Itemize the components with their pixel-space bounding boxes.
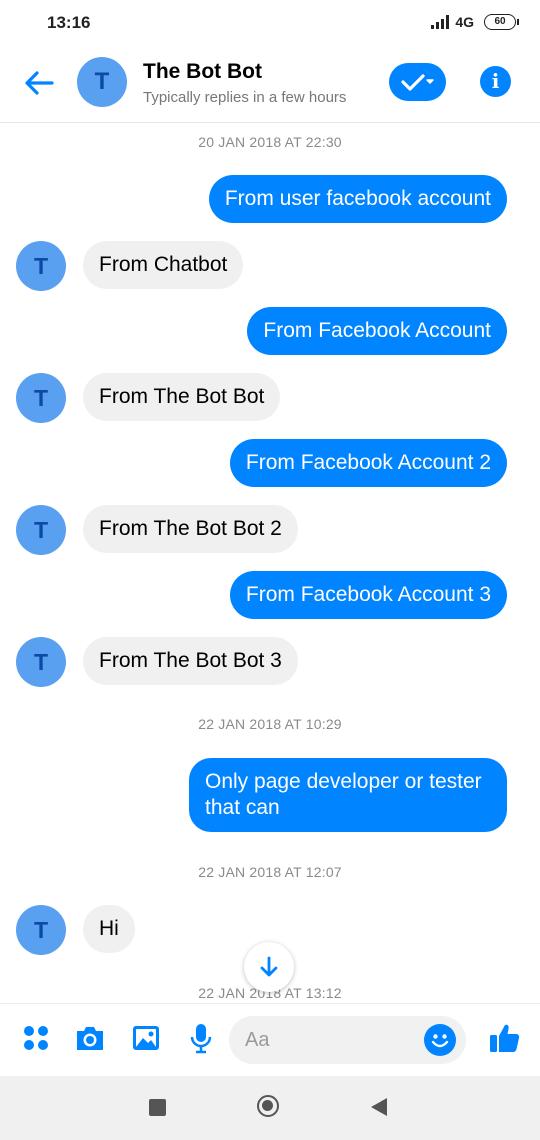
- status-indicators: 4G 60: [431, 14, 519, 30]
- recents-icon[interactable]: [149, 1099, 166, 1116]
- avatar[interactable]: T: [77, 57, 127, 107]
- message-list[interactable]: 20 JAN 2018 AT 22:30 From user facebook …: [0, 123, 540, 1003]
- back-arrow-icon[interactable]: [22, 66, 56, 100]
- composer-bar: [0, 1003, 540, 1077]
- emoji-icon[interactable]: [424, 1024, 456, 1056]
- outgoing-message[interactable]: From Facebook Account: [247, 307, 507, 355]
- outgoing-message[interactable]: From Facebook Account 3: [229, 571, 507, 619]
- chat-header: T The Bot Bot Typically replies in a few…: [0, 48, 540, 123]
- outgoing-message[interactable]: From user facebook account: [208, 175, 507, 223]
- incoming-message[interactable]: Hi: [83, 905, 135, 953]
- system-nav-bar: [0, 1076, 540, 1140]
- avatar[interactable]: T: [16, 241, 66, 291]
- camera-icon[interactable]: [74, 1022, 106, 1054]
- check-button[interactable]: [389, 63, 446, 101]
- avatar[interactable]: T: [16, 505, 66, 555]
- status-time: 13:16: [47, 13, 91, 32]
- info-icon[interactable]: i: [480, 66, 511, 97]
- microphone-icon[interactable]: [185, 1022, 217, 1054]
- scroll-down-button[interactable]: [244, 942, 294, 992]
- incoming-message[interactable]: From The Bot Bot 3: [83, 637, 298, 685]
- nav-back-icon[interactable]: [371, 1098, 387, 1116]
- home-icon[interactable]: [257, 1095, 279, 1117]
- avatar[interactable]: T: [16, 905, 66, 955]
- network-type: 4G: [455, 14, 474, 30]
- apps-icon[interactable]: [20, 1022, 52, 1054]
- incoming-message[interactable]: From The Bot Bot 2: [83, 505, 298, 553]
- outgoing-message[interactable]: Only page developer or tester that can: [189, 758, 507, 832]
- battery-icon: 60: [484, 14, 519, 30]
- signal-icon: [431, 15, 450, 29]
- avatar[interactable]: T: [16, 637, 66, 687]
- chat-title[interactable]: The Bot Bot: [143, 60, 262, 84]
- incoming-message[interactable]: From The Bot Bot: [83, 373, 281, 421]
- timestamp: 20 JAN 2018 AT 22:30: [198, 134, 342, 150]
- gallery-icon[interactable]: [130, 1022, 162, 1054]
- incoming-message[interactable]: From Chatbot: [83, 241, 244, 289]
- thumbs-up-icon[interactable]: [488, 1021, 522, 1055]
- timestamp: 22 JAN 2018 AT 10:29: [198, 716, 342, 732]
- scroll-down-arrow-icon: [260, 956, 278, 977]
- check-icon: [401, 74, 434, 91]
- status-bar: 13:16 4G 60: [0, 0, 540, 48]
- avatar[interactable]: T: [16, 373, 66, 423]
- timestamp: 22 JAN 2018 AT 12:07: [198, 864, 342, 880]
- chat-subtitle: Typically replies in a few hours: [143, 89, 347, 106]
- outgoing-message[interactable]: From Facebook Account 2: [229, 439, 507, 487]
